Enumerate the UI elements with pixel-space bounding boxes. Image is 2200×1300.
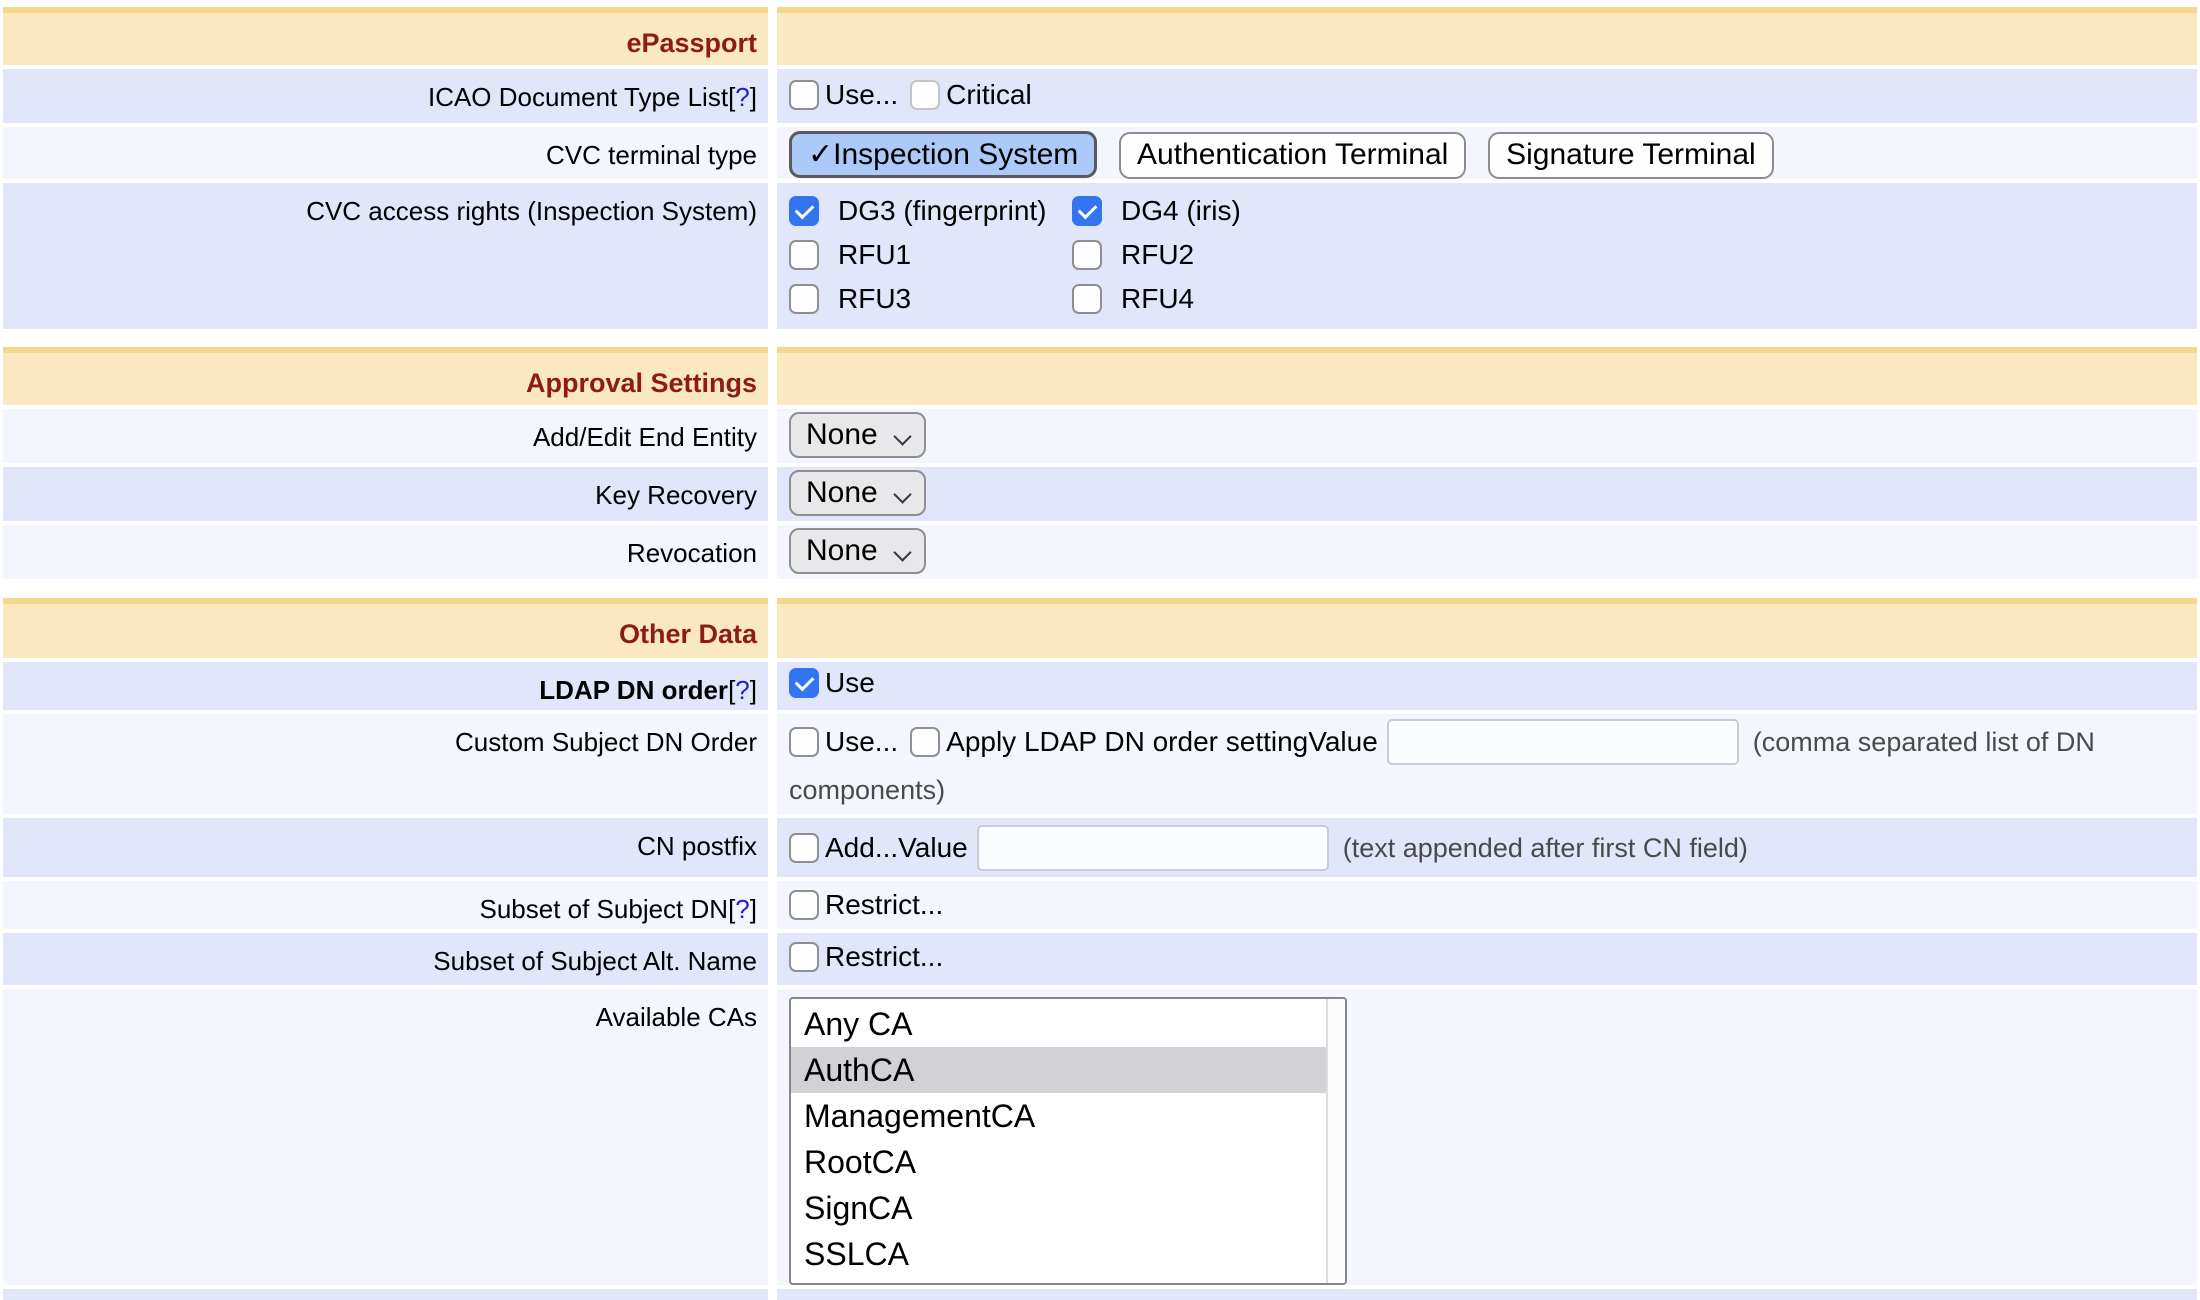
label-key-recovery: Key Recovery	[3, 467, 768, 521]
icao-critical-label: Critical	[946, 79, 1032, 111]
rfu2-label: RFU2	[1121, 239, 1194, 271]
label-revocation: Revocation	[3, 525, 768, 579]
ldap-dn-order-use-label: Use	[825, 667, 875, 699]
cn-postfix-add-checkbox[interactable]	[789, 833, 819, 863]
available-cas-controls: Any CA AuthCA ManagementCA RootCA SignCA…	[777, 989, 2197, 1285]
rfu1-label: RFU1	[838, 239, 911, 271]
custom-subject-dn-order-controls: Use... Apply LDAP DN order settingValue …	[777, 714, 2197, 814]
inspection-system-button[interactable]: ✓Inspection System	[789, 131, 1097, 178]
rfu3-checkbox[interactable]	[789, 284, 819, 314]
custom-dn-use-label: Use...	[825, 726, 898, 758]
ca-option-authca[interactable]: AuthCA	[791, 1047, 1326, 1093]
cn-postfix-hint: (text appended after first CN field)	[1343, 833, 1748, 864]
dg3-checkbox[interactable]	[789, 196, 819, 226]
add-edit-end-entity-select[interactable]: None	[789, 412, 926, 458]
custom-dn-apply-label: Apply LDAP DN order setting	[946, 726, 1308, 758]
label-icao-document-type-list: ICAO Document Type List[?]	[3, 69, 768, 123]
custom-dn-apply-checkbox[interactable]	[910, 727, 940, 757]
ldap-dn-order-use-checkbox[interactable]	[789, 668, 819, 698]
rfu2-checkbox[interactable]	[1072, 240, 1102, 270]
section-header-spacer	[777, 598, 2197, 658]
dg3-label: DG3 (fingerprint)	[838, 195, 1047, 227]
next-row-partial-left	[3, 1289, 768, 1300]
label-custom-subject-dn-order: Custom Subject DN Order	[3, 714, 768, 814]
key-recovery-controls: None	[777, 467, 2197, 521]
label-subset-of-subject-alt-name: Subset of Subject Alt. Name	[3, 933, 768, 985]
label-ldap-dn-order: LDAP DN order[?]	[3, 662, 768, 710]
rfu1-checkbox[interactable]	[789, 240, 819, 270]
dg4-label: DG4 (iris)	[1121, 195, 1241, 227]
section-approval-settings: Approval Settings Add/Edit End Entity No…	[3, 347, 2197, 579]
subset-alt-name-restrict-label: Restrict...	[825, 941, 943, 973]
ca-option-any-ca[interactable]: Any CA	[791, 1001, 1326, 1047]
ca-option-sslca[interactable]: SSLCA	[791, 1231, 1326, 1277]
authentication-terminal-button[interactable]: Authentication Terminal	[1119, 132, 1466, 179]
section-title-other-data: Other Data	[3, 598, 768, 658]
help-link-subset-subject-dn[interactable]: [?]	[728, 894, 757, 924]
section-header-spacer	[777, 347, 2197, 405]
subset-subject-dn-controls: Restrict...	[777, 881, 2197, 929]
section-title-text: ePassport	[626, 28, 757, 58]
help-question-icon[interactable]: ?	[735, 675, 749, 705]
next-row-partial-right	[777, 1289, 2197, 1300]
cvc-access-rights-controls: DG3 (fingerprint) DG4 (iris) RFU1 RFU2 R…	[777, 183, 2197, 329]
custom-dn-hint: (comma separated list of DN	[1753, 727, 2095, 758]
section-header-spacer	[777, 7, 2197, 65]
dg4-checkbox[interactable]	[1072, 196, 1102, 226]
rfu4-checkbox[interactable]	[1072, 284, 1102, 314]
label-add-edit-end-entity: Add/Edit End Entity	[3, 409, 768, 463]
help-link-icao[interactable]: [?]	[728, 82, 757, 112]
rfu4-label: RFU4	[1121, 283, 1194, 315]
icao-critical-checkbox[interactable]	[910, 80, 940, 110]
cn-postfix-controls: Add...Value (text appended after first C…	[777, 818, 2197, 877]
ldap-dn-order-controls: Use	[777, 662, 2197, 710]
subset-subject-dn-restrict-label: Restrict...	[825, 889, 943, 921]
cvc-terminal-type-controls: ✓Inspection System Authentication Termin…	[777, 127, 2197, 179]
cn-postfix-value-input[interactable]	[977, 825, 1329, 871]
help-question-icon[interactable]: ?	[735, 82, 749, 112]
listbox-scrollbar[interactable]	[1326, 999, 1345, 1283]
ca-option-signca[interactable]: SignCA	[791, 1185, 1326, 1231]
section-other-data: Other Data LDAP DN order[?] Use Custom S…	[3, 598, 2197, 1300]
section-title-text: Approval Settings	[526, 368, 757, 398]
help-question-icon[interactable]: ?	[735, 894, 749, 924]
custom-dn-hint-wrap: components)	[789, 775, 945, 805]
label-subset-of-subject-dn: Subset of Subject DN[?]	[3, 881, 768, 929]
subset-subject-dn-restrict-checkbox[interactable]	[789, 890, 819, 920]
label-cn-postfix: CN postfix	[3, 818, 768, 877]
custom-dn-value-label: Value	[1308, 726, 1378, 758]
cn-postfix-value-label: Value	[898, 832, 968, 864]
custom-dn-value-input[interactable]	[1387, 719, 1739, 765]
revocation-controls: None	[777, 525, 2197, 579]
subset-alt-name-restrict-checkbox[interactable]	[789, 942, 819, 972]
add-edit-end-entity-controls: None	[777, 409, 2197, 463]
ca-option-rootca[interactable]: RootCA	[791, 1139, 1326, 1185]
icao-controls: Use... Critical	[777, 69, 2197, 123]
label-available-cas: Available CAs	[3, 989, 768, 1285]
certificate-profile-page: ePassport ICAO Document Type List[?] Use…	[3, 7, 2197, 1300]
cn-postfix-add-label: Add...	[825, 832, 898, 864]
label-cvc-terminal-type: CVC terminal type	[3, 127, 768, 179]
revocation-select[interactable]: None	[789, 528, 926, 574]
section-title-text: Other Data	[619, 619, 757, 649]
section-title-epassport: ePassport	[3, 7, 768, 65]
key-recovery-select[interactable]: None	[789, 470, 926, 516]
label-cvc-access-rights: CVC access rights (Inspection System)	[3, 183, 768, 329]
section-epassport: ePassport ICAO Document Type List[?] Use…	[3, 7, 2197, 329]
section-title-approval-settings: Approval Settings	[3, 347, 768, 405]
help-link-ldap-dn-order[interactable]: [?]	[728, 675, 757, 705]
icao-use-label: Use...	[825, 79, 898, 111]
custom-dn-use-checkbox[interactable]	[789, 727, 819, 757]
subset-subject-alt-name-controls: Restrict...	[777, 933, 2197, 985]
signature-terminal-button[interactable]: Signature Terminal	[1488, 132, 1774, 179]
rfu3-label: RFU3	[838, 283, 911, 315]
ca-option-managementca[interactable]: ManagementCA	[791, 1093, 1326, 1139]
available-cas-listbox[interactable]: Any CA AuthCA ManagementCA RootCA SignCA…	[789, 997, 1347, 1285]
icao-use-checkbox[interactable]	[789, 80, 819, 110]
